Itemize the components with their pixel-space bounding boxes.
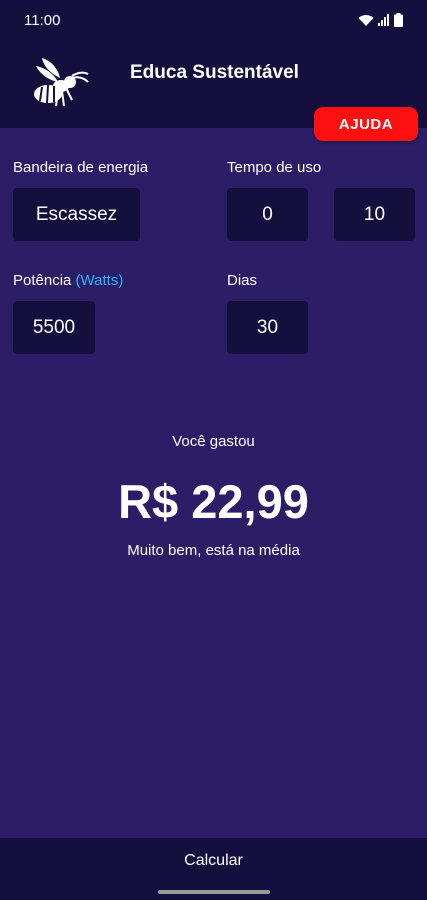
energy-flag-value: Escassez [35,203,118,225]
usage-hours-field[interactable]: 0 [227,188,308,241]
home-indicator[interactable] [158,890,270,894]
calculate-button[interactable]: Calcular [0,838,427,884]
status-time: 11:00 [24,11,61,29]
battery-icon [394,13,403,27]
usage-minutes-value: 10 [363,203,386,225]
result-caption: Você gastou [172,433,255,450]
signal-icon [378,14,389,26]
usage-minutes-field[interactable]: 10 [334,188,415,241]
power-label-text: Potência [13,272,72,289]
app-title: Educa Sustentável [130,62,299,83]
power-value: 5500 [32,316,76,338]
result-message: Muito bem, está na média [127,542,300,559]
energy-flag-label: Bandeira de energia [13,159,149,176]
status-bar: 11:00 [0,0,427,40]
power-label: Potência (Watts) [13,272,123,289]
power-field[interactable]: 5500 [13,301,95,354]
result-value: R$ 22,99 [118,475,309,528]
bottom-bar: Calcular [0,838,427,900]
usage-hours-value: 0 [262,203,273,225]
wifi-icon [358,14,374,26]
power-unit-link[interactable]: (Watts) [76,272,124,289]
status-icons [358,13,403,27]
days-field[interactable]: 30 [227,301,308,354]
days-value: 30 [256,316,279,338]
help-button[interactable]: AJUDA [314,107,418,141]
wasp-icon [34,58,89,107]
days-label: Dias [227,272,258,289]
energy-flag-select[interactable]: Escassez [13,188,140,241]
usage-time-label: Tempo de uso [227,159,322,176]
